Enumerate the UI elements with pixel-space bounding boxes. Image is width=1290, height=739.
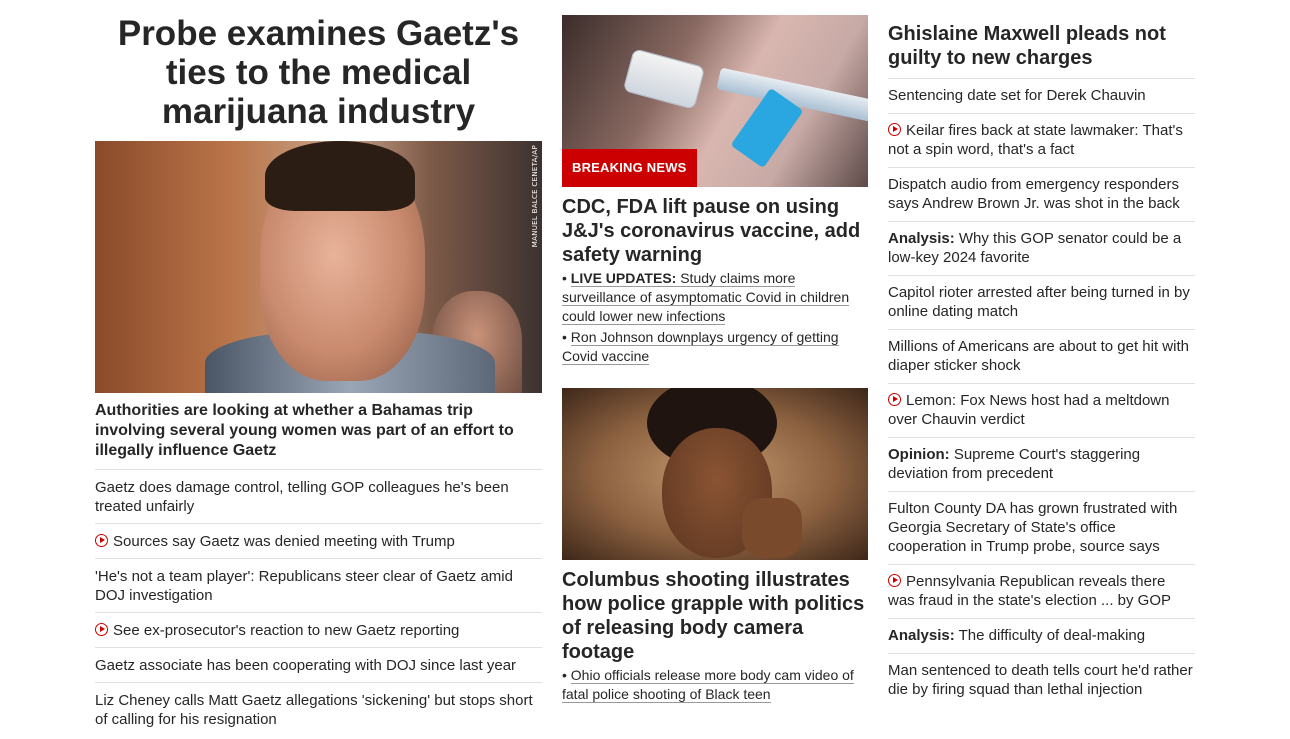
lead-related-list: Gaetz does damage control, telling GOP c… <box>95 470 542 736</box>
play-video-icon <box>888 123 901 136</box>
list-item[interactable]: 'He's not a team player': Republicans st… <box>95 559 542 613</box>
list-item[interactable]: Keilar fires back at state lawmaker: Tha… <box>888 114 1195 168</box>
item-text: Man sentenced to death tells court he'd … <box>888 662 1193 698</box>
vaccine-headline[interactable]: CDC, FDA lift pause on using J&J's coron… <box>562 195 868 267</box>
item-text: Lemon: Fox News host had a meltdown over… <box>888 392 1170 428</box>
play-video-icon <box>95 534 108 547</box>
item-text: See ex-prosecutor's reaction to new Gaet… <box>113 622 460 639</box>
item-text: Millions of Americans are about to get h… <box>888 338 1189 374</box>
list-item[interactable]: Sources say Gaetz was denied meeting wit… <box>95 524 542 559</box>
lead-photo[interactable]: MANUEL BALCE CENETA/AP <box>95 141 542 393</box>
item-text: 'He's not a team player': Republicans st… <box>95 568 513 604</box>
item-text: Gaetz associate has been cooperating wit… <box>95 657 517 674</box>
list-item[interactable]: Analysis: The difficulty of deal-making <box>888 619 1195 654</box>
photo-hand <box>742 498 802 558</box>
lead-headline[interactable]: Probe examines Gaetz's ties to the medic… <box>95 14 542 131</box>
related-link-text: Ohio officials release more body cam vid… <box>562 667 854 703</box>
item-text: Liz Cheney calls Matt Gaetz allegations … <box>95 692 533 728</box>
link-text: Ohio officials release more body cam vid… <box>562 667 854 702</box>
breaking-news-badge: BREAKING NEWS <box>562 149 697 187</box>
live-updates-label: LIVE UPDATES: <box>570 270 677 286</box>
right-column: Ghislaine Maxwell pleads not guilty to n… <box>888 0 1195 707</box>
lead-sub-headline[interactable]: Authorities are looking at whether a Bah… <box>95 401 542 470</box>
list-item[interactable]: Dispatch audio from emergency responders… <box>888 168 1195 222</box>
columbus-photo[interactable] <box>562 388 868 560</box>
item-text: Pennsylvania Republican reveals there wa… <box>888 573 1172 609</box>
headline-list: Sentencing date set for Derek Chauvin Kei… <box>888 79 1195 707</box>
item-text: Gaetz does damage control, telling GOP c… <box>95 479 509 515</box>
lead-story-column: Probe examines Gaetz's ties to the medic… <box>95 0 542 736</box>
item-prefix: Analysis: <box>888 230 955 247</box>
related-link[interactable]: • Ohio officials release more body cam v… <box>562 666 868 704</box>
list-item[interactable]: Sentencing date set for Derek Chauvin <box>888 79 1195 114</box>
item-text: Dispatch audio from emergency responders… <box>888 176 1180 212</box>
list-item[interactable]: Man sentenced to death tells court he'd … <box>888 654 1195 707</box>
list-item[interactable]: Gaetz associate has been cooperating wit… <box>95 648 542 683</box>
related-link-text: LIVE UPDATES: Study claims more surveill… <box>562 270 850 325</box>
list-item[interactable]: Capitol rioter arrested after being turn… <box>888 276 1195 330</box>
related-link-text: Ron Johnson downplays urgency of getting… <box>562 329 839 365</box>
photo-credit: MANUEL BALCE CENETA/AP <box>531 145 539 248</box>
item-prefix: Analysis: <box>888 627 955 644</box>
play-video-icon <box>888 574 901 587</box>
list-item[interactable]: Millions of Americans are about to get h… <box>888 330 1195 384</box>
columbus-headline[interactable]: Columbus shooting illustrates how police… <box>562 568 868 664</box>
columbus-related-links: • Ohio officials release more body cam v… <box>562 666 868 704</box>
play-video-icon <box>95 623 108 636</box>
list-item[interactable]: Fulton County DA has grown frustrated wi… <box>888 492 1195 565</box>
list-item[interactable]: Pennsylvania Republican reveals there wa… <box>888 565 1195 619</box>
vaccine-vial <box>622 48 706 110</box>
middle-column: BREAKING NEWS CDC, FDA lift pause on usi… <box>562 0 868 704</box>
list-item[interactable]: Analysis: Why this GOP senator could be … <box>888 222 1195 276</box>
item-text: Keilar fires back at state lawmaker: Tha… <box>888 122 1183 158</box>
maxwell-headline[interactable]: Ghislaine Maxwell pleads not guilty to n… <box>888 22 1195 79</box>
play-video-icon <box>888 393 901 406</box>
item-prefix: Opinion: <box>888 446 950 463</box>
vaccine-related-links: • LIVE UPDATES: Study claims more survei… <box>562 269 868 366</box>
list-item[interactable]: Opinion: Supreme Court's staggering devi… <box>888 438 1195 492</box>
photo-hair <box>265 141 415 211</box>
item-text: Capitol rioter arrested after being turn… <box>888 284 1190 320</box>
item-text: Sources say Gaetz was denied meeting wit… <box>113 533 455 550</box>
item-text: The difficulty of deal-making <box>958 627 1146 644</box>
list-item[interactable]: Lemon: Fox News host had a meltdown over… <box>888 384 1195 438</box>
list-item[interactable]: See ex-prosecutor's reaction to new Gaet… <box>95 613 542 648</box>
list-item[interactable]: Liz Cheney calls Matt Gaetz allegations … <box>95 683 542 736</box>
related-link[interactable]: • Ron Johnson downplays urgency of getti… <box>562 328 868 366</box>
related-link[interactable]: • LIVE UPDATES: Study claims more survei… <box>562 269 868 326</box>
item-text: Sentencing date set for Derek Chauvin <box>888 87 1146 104</box>
link-text: Ron Johnson downplays urgency of getting… <box>562 329 839 364</box>
list-item[interactable]: Gaetz does damage control, telling GOP c… <box>95 470 542 524</box>
item-text: Fulton County DA has grown frustrated wi… <box>888 500 1178 555</box>
vaccine-photo[interactable]: BREAKING NEWS <box>562 15 868 187</box>
